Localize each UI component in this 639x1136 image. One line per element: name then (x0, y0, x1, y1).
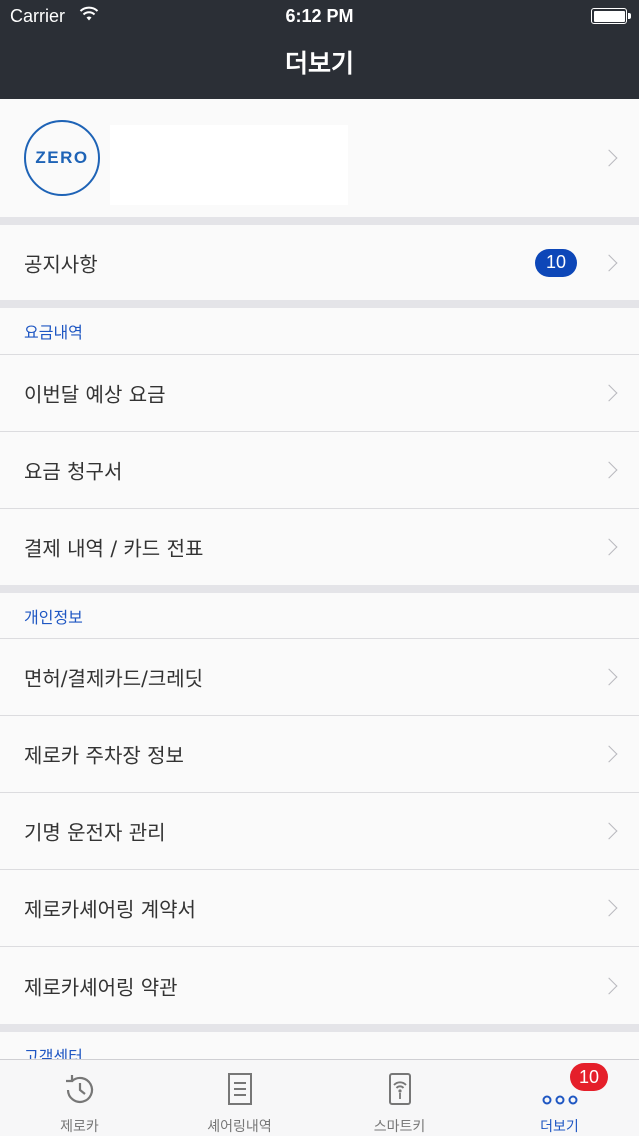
chevron-right-icon (600, 149, 618, 167)
status-bar: Carrier 6:12 PM (0, 0, 639, 32)
tab-label: 제로카 (60, 1119, 99, 1135)
menu-item-label: 제로카 주차장 정보 (24, 743, 184, 768)
chevron-right-icon (600, 977, 618, 994)
battery-icon (591, 8, 631, 24)
notice-label: 공지사항 (24, 252, 98, 276)
section-title-personal: 개인정보 (24, 607, 83, 627)
menu-item-payment-history[interactable]: 결제 내역 / 카드 전표 (0, 509, 639, 585)
profile-row[interactable]: ZERO (0, 99, 639, 217)
tab-zerocar[interactable]: 제로카 (0, 1060, 159, 1136)
status-time: 6:12 PM (285, 6, 354, 26)
tab-smart-key[interactable]: 스마트키 (320, 1060, 479, 1136)
menu-item-terms[interactable]: 제로카셰어링 약관 (0, 947, 639, 1024)
more-tab-badge: 10 (570, 1063, 608, 1091)
menu-item-label: 면허/결제카드/크레딧 (24, 666, 204, 691)
section-title-support: 고객센터 (24, 1046, 83, 1060)
notice-row[interactable]: 공지사항 10 (0, 225, 639, 300)
chevron-right-icon (600, 668, 618, 686)
menu-item-expected-fee[interactable]: 이번달 예상 요금 (0, 355, 639, 431)
profile-info-box (110, 125, 348, 205)
tab-label: 셰어링내역 (207, 1119, 272, 1135)
history-clock-icon (65, 1075, 93, 1103)
chevron-right-icon (600, 538, 618, 556)
tab-bar: 제로카 셰어링내역 스마트키 더보기 (0, 1059, 639, 1136)
zero-logo: ZERO (24, 120, 100, 196)
menu-item-label: 요금 청구서 (24, 459, 123, 484)
settings-list[interactable]: ZERO 공지사항 10 요금내역 이번달 예상 요금 요금 청구서 결제 내역… (0, 99, 639, 1059)
tab-sharing-history[interactable]: 셰어링내역 (160, 1060, 319, 1136)
menu-item-contract[interactable]: 제로카셰어링 계약서 (0, 870, 639, 946)
chevron-right-icon (600, 822, 618, 840)
menu-item-license-card-credit[interactable]: 면허/결제카드/크레딧 (0, 639, 639, 715)
menu-item-named-driver[interactable]: 기명 운전자 관리 (0, 793, 639, 869)
section-gap (0, 300, 639, 308)
section-header-support: 고객센터 (0, 1032, 639, 1059)
menu-item-label: 결제 내역 / 카드 전표 (24, 536, 204, 561)
section-gap (0, 217, 639, 225)
document-list-icon (227, 1073, 252, 1105)
page-title: 더보기 (284, 49, 354, 78)
navigation-header: Carrier 6:12 PM 더보기 (0, 0, 639, 99)
notice-count-badge: 10 (535, 248, 577, 277)
tab-more[interactable]: 더보기 (480, 1060, 639, 1136)
section-header-personal: 개인정보 (0, 593, 639, 638)
menu-item-invoice[interactable]: 요금 청구서 (0, 432, 639, 508)
section-title-billing: 요금내역 (24, 323, 83, 342)
section-gap (0, 585, 639, 593)
section-header-billing: 요금내역 (0, 308, 639, 354)
menu-item-parking-info[interactable]: 제로카 주차장 정보 (0, 716, 639, 792)
chevron-right-icon (600, 899, 618, 917)
menu-item-label: 제로카셰어링 약관 (24, 975, 178, 999)
menu-item-label: 기명 운전자 관리 (24, 820, 166, 845)
chevron-right-icon (600, 745, 618, 763)
chevron-right-icon (600, 461, 618, 479)
section-gap (0, 1024, 639, 1032)
tab-label: 더보기 (540, 1119, 579, 1135)
menu-item-label: 제로카셰어링 계약서 (24, 897, 196, 922)
chevron-right-icon (600, 384, 618, 402)
tab-label: 스마트키 (373, 1119, 426, 1135)
smart-key-icon (388, 1073, 411, 1105)
menu-item-label: 이번달 예상 요금 (24, 382, 166, 407)
chevron-right-icon (600, 254, 618, 271)
